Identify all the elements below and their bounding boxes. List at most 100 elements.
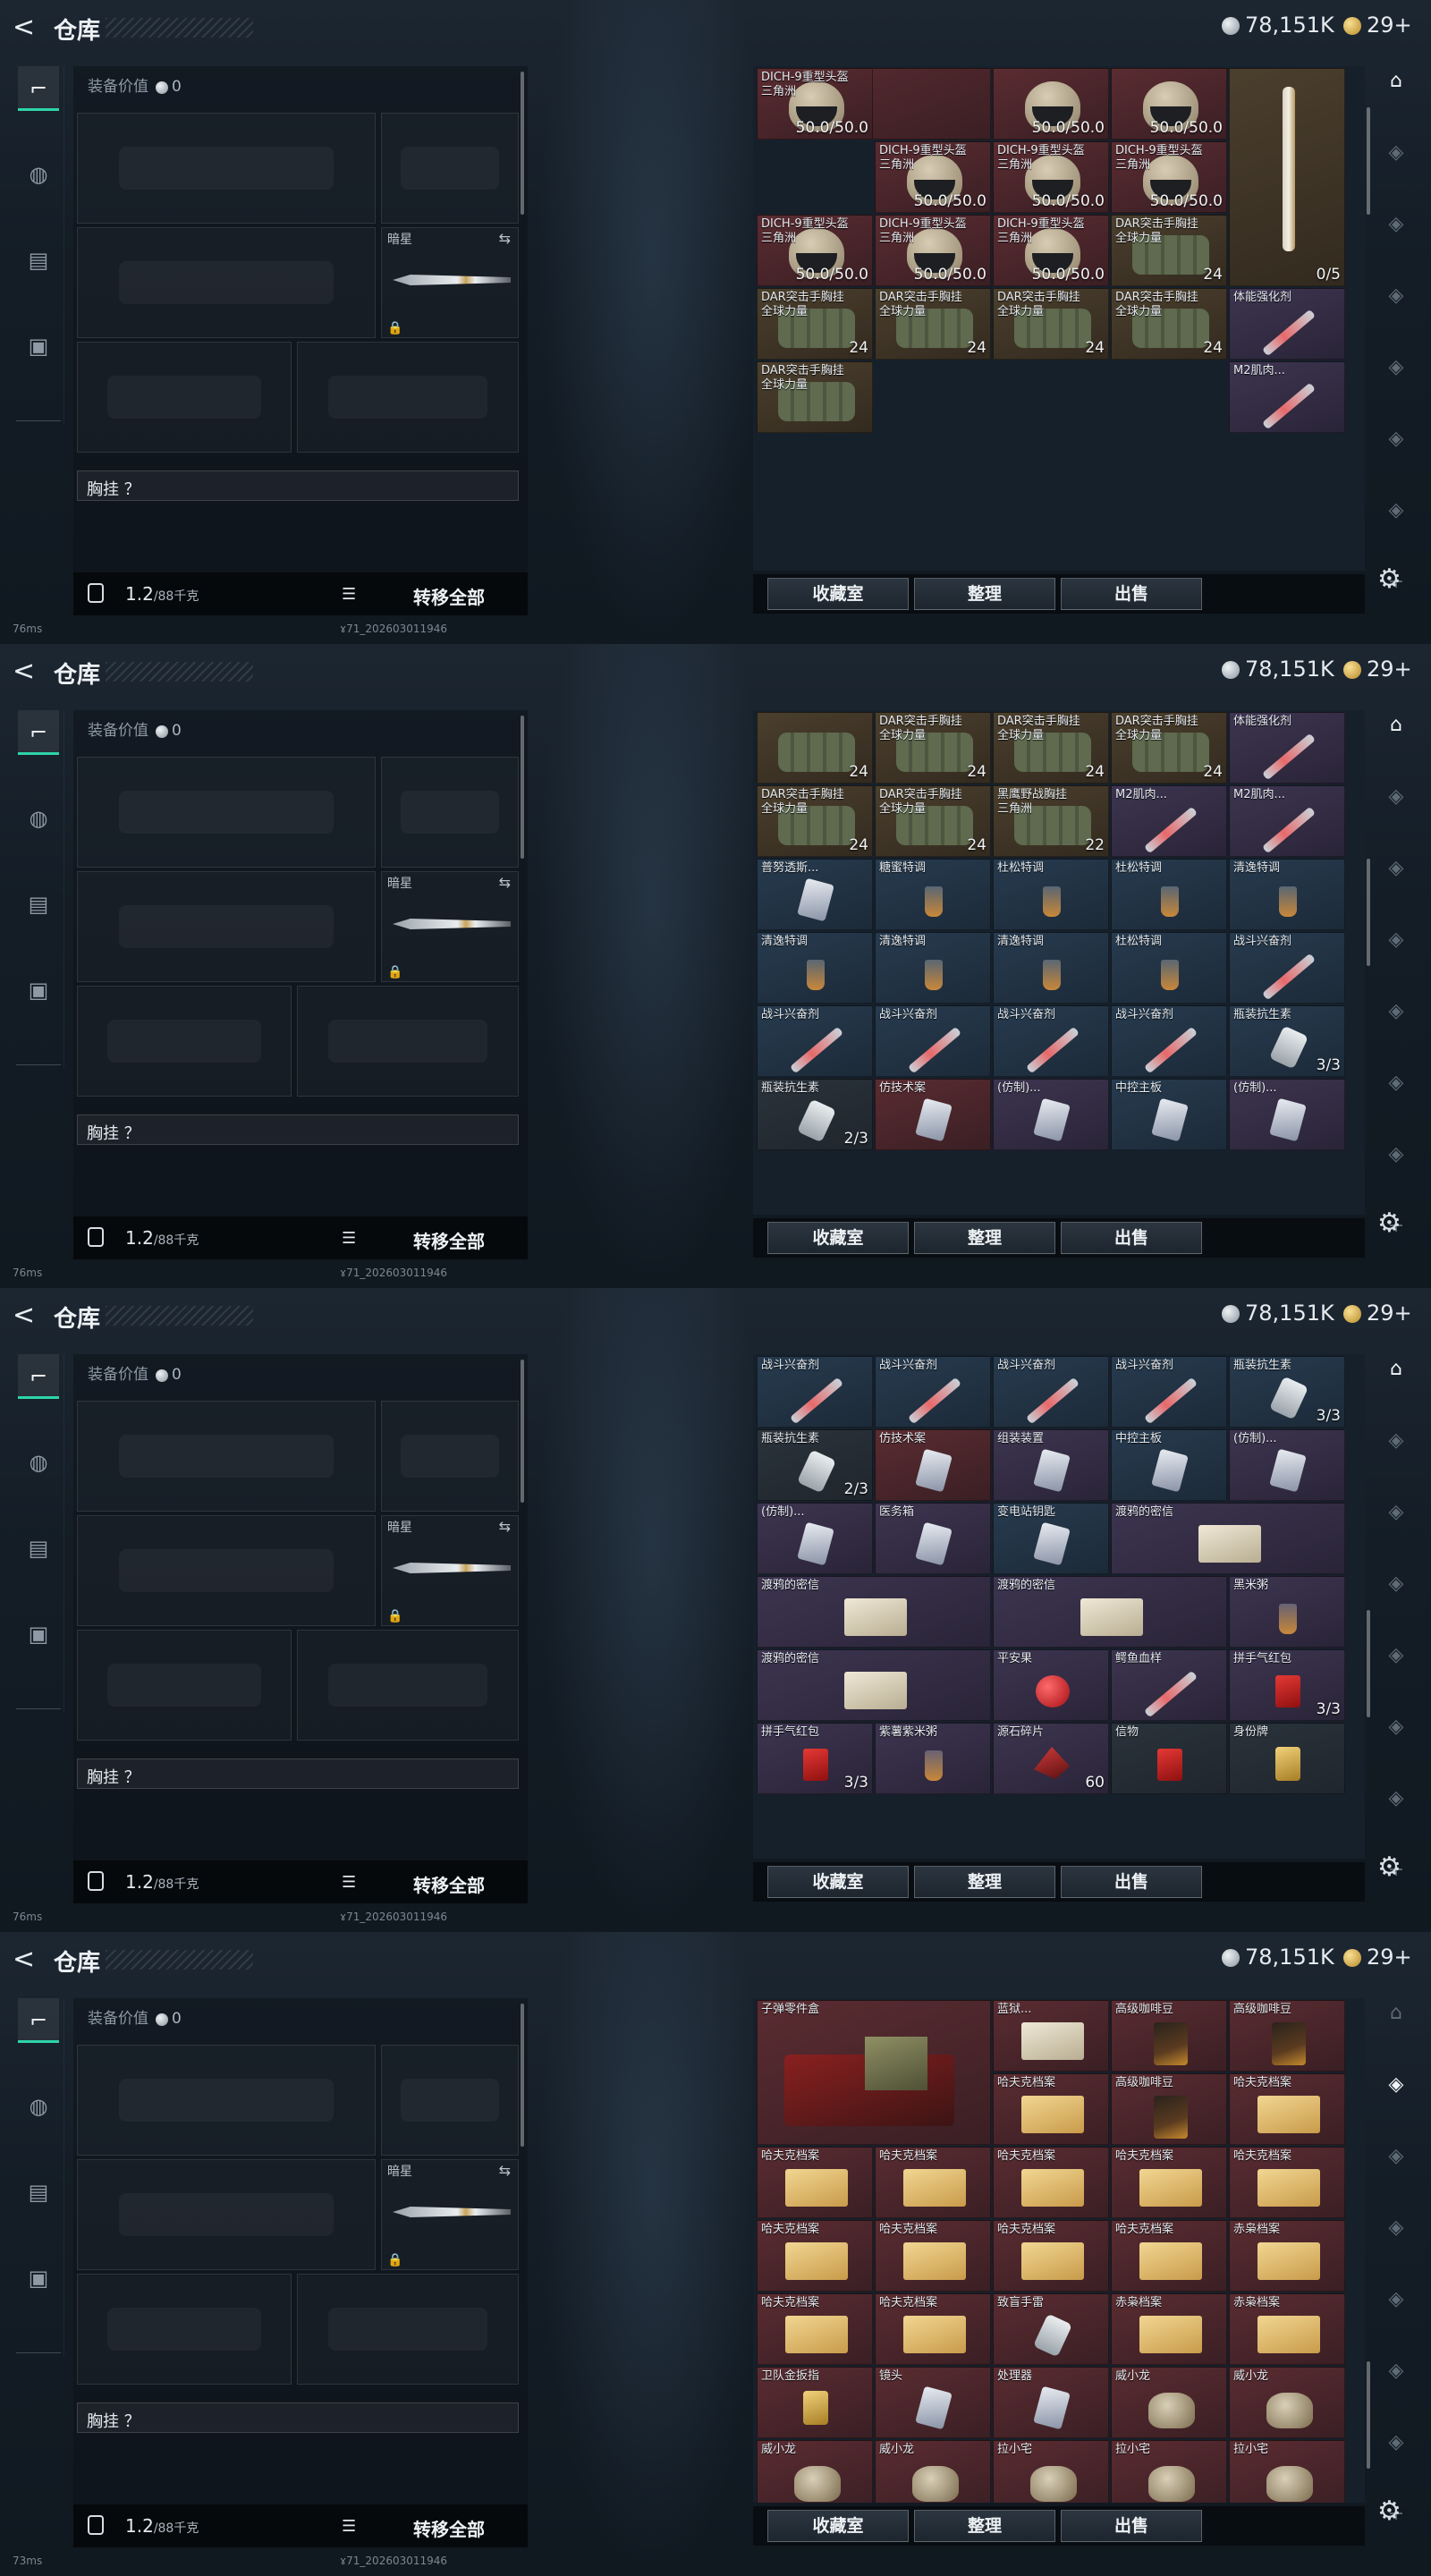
item-cell[interactable]: DICH-9重型头盔 三角洲 50.0/50.0 <box>1111 141 1227 213</box>
sidebar-tab-vest[interactable]: ▤ <box>18 1526 59 1571</box>
storage-tab-icon[interactable]: ◈ <box>1381 1068 1411 1098</box>
item-cell[interactable]: 哈夫克档案 <box>875 2220 991 2292</box>
item-cell[interactable]: 哈夫克档案 <box>993 2147 1109 2218</box>
item-cell[interactable]: 瓶装抗生素 3/3 <box>1229 1356 1345 1428</box>
item-cell[interactable]: 战斗兴奋剂 <box>1229 932 1345 1004</box>
chest-rig-slot[interactable]: 胸挂 ？ <box>77 1758 519 1789</box>
item-cell[interactable]: 拼手气红包 3/3 <box>1229 1649 1345 1721</box>
item-cell[interactable]: DAR突击手胸挂 全球力量 24 <box>875 712 991 784</box>
storage-tab-icon[interactable]: ◈ <box>1381 209 1411 240</box>
silver-currency[interactable]: 78,151K <box>1222 13 1334 38</box>
chest-rig-slot[interactable]: 胸挂 ？ <box>77 1114 519 1145</box>
item-cell[interactable]: 战斗兴奋剂 <box>757 1005 873 1077</box>
item-cell[interactable]: 50.0/50.0 <box>1111 68 1227 140</box>
item-cell[interactable]: 威小龙 <box>875 2440 991 2503</box>
item-cell[interactable]: 战斗兴奋剂 <box>993 1356 1109 1428</box>
helmet-slot[interactable] <box>77 1630 292 1741</box>
storage-tab-icon[interactable]: ◈ <box>1381 424 1411 454</box>
item-cell[interactable]: 子弹零件盒 <box>757 2000 991 2145</box>
melee-slot[interactable]: 暗星 ⇆ 🔒 <box>381 2159 519 2270</box>
item-cell[interactable]: 哈夫克档案 <box>993 2073 1109 2145</box>
item-cell[interactable]: 拼手气红包 3/3 <box>757 1723 873 1794</box>
item-cell[interactable]: 杜松特调 <box>1111 859 1227 930</box>
equipment-scrollbar[interactable] <box>521 716 524 859</box>
item-cell[interactable]: 组装装置 <box>993 1429 1109 1501</box>
item-cell[interactable]: 中控主板 <box>1111 1079 1227 1150</box>
storage-tab-icon[interactable]: ⌂ <box>1381 66 1411 97</box>
pistol-slot[interactable] <box>381 2045 519 2156</box>
equipment-scrollbar[interactable] <box>521 72 524 215</box>
melee-slot[interactable]: 暗星 ⇆ 🔒 <box>381 871 519 982</box>
item-cell[interactable]: 源石碎片 60 <box>993 1723 1109 1794</box>
melee-slot[interactable]: 暗星 ⇆ 🔒 <box>381 227 519 338</box>
item-cell[interactable]: 渡鸦的密信 <box>757 1649 991 1721</box>
item-cell[interactable]: 威小龙 <box>1111 2367 1227 2438</box>
item-cell[interactable]: DAR突击手胸挂 全球力量 24 <box>757 785 873 857</box>
item-cell[interactable]: 紫薯紫米粥 <box>875 1723 991 1794</box>
storage-tab-icon[interactable]: ◈ <box>1381 1426 1411 1456</box>
storage-tab-icon[interactable]: ◈ <box>1381 2356 1411 2386</box>
pistol-slot[interactable] <box>381 1401 519 1512</box>
silver-currency[interactable]: 78,151K <box>1222 1945 1334 1970</box>
item-cell[interactable]: DAR突击手胸挂 全球力量 24 <box>1111 712 1227 784</box>
chest-rig-slot[interactable]: 胸挂 ？ <box>77 470 519 501</box>
item-cell[interactable]: 瓶装抗生素 2/3 <box>757 1079 873 1150</box>
item-cell[interactable]: 战斗兴奋剂 <box>993 1005 1109 1077</box>
item-cell[interactable]: DICH-9重型头盔 三角洲 50.0/50.0 <box>875 215 991 286</box>
item-cell[interactable]: 黑鹰野战胸挂 三角洲 22 <box>993 785 1109 857</box>
primary-weapon-slot[interactable] <box>77 1401 376 1512</box>
item-cell[interactable]: 信物 <box>1111 1723 1227 1794</box>
item-cell[interactable]: 中控主板 <box>1111 1429 1227 1501</box>
sidebar-tab-helmet[interactable]: ◍ <box>18 152 59 197</box>
item-cell[interactable]: 糖蜜特调 <box>875 859 991 930</box>
item-cell[interactable]: 渡鸦的密信 <box>1111 1503 1345 1574</box>
sell-button[interactable]: 出售 <box>1061 2510 1202 2542</box>
helmet-slot[interactable] <box>77 2274 292 2385</box>
item-cell[interactable]: 普努透斯... <box>757 859 873 930</box>
item-cell[interactable]: (仿制)... <box>757 1503 873 1574</box>
item-cell[interactable]: 体能强化剂 <box>1229 712 1345 784</box>
storage-tab-icon[interactable]: ◈ <box>1381 1569 1411 1599</box>
item-cell[interactable]: 高级咖啡豆 <box>1229 2000 1345 2072</box>
sidebar-tab-helmet[interactable]: ◍ <box>18 796 59 841</box>
item-cell[interactable]: 杜松特调 <box>1111 932 1227 1004</box>
item-cell[interactable]: 镜头 <box>875 2367 991 2438</box>
primary-weapon-slot[interactable] <box>77 113 376 224</box>
sidebar-tab-vest[interactable]: ▤ <box>18 2170 59 2215</box>
item-cell[interactable]: 0/5 <box>1229 68 1345 286</box>
gold-currency[interactable]: 29+ <box>1343 13 1412 38</box>
secondary-weapon-slot[interactable] <box>77 227 376 338</box>
item-cell[interactable]: 战斗兴奋剂 <box>1111 1356 1227 1428</box>
item-cell[interactable]: DICH-9重型头盔 三角洲 50.0/50.0 <box>875 141 991 213</box>
sidebar-tab-vest[interactable]: ▤ <box>18 238 59 283</box>
swap-icon[interactable]: ⇆ <box>499 1518 511 1535</box>
primary-weapon-slot[interactable] <box>77 757 376 868</box>
back-button[interactable]: < <box>13 13 39 43</box>
secondary-weapon-slot[interactable] <box>77 871 376 982</box>
sidebar-tab-helmet[interactable]: ◍ <box>18 1440 59 1485</box>
item-cell[interactable]: 24 <box>757 712 873 784</box>
settings-gear-icon[interactable]: ⚙ <box>1377 2496 1401 2527</box>
storage-tab-icon[interactable]: ◈ <box>1381 1140 1411 1170</box>
item-cell[interactable]: 哈夫克档案 <box>1229 2147 1345 2218</box>
item-cell[interactable]: 拉小宅 <box>1229 2440 1345 2503</box>
sell-button[interactable]: 出售 <box>1061 1222 1202 1254</box>
helmet-slot[interactable] <box>77 986 292 1097</box>
item-cell[interactable]: 身份牌 <box>1229 1723 1345 1794</box>
silver-currency[interactable]: 78,151K <box>1222 1301 1334 1326</box>
item-cell[interactable]: 渡鸦的密信 <box>993 1576 1227 1648</box>
back-button[interactable]: < <box>13 1945 39 1975</box>
pistol-slot[interactable] <box>381 113 519 224</box>
swap-icon[interactable]: ⇆ <box>499 230 511 247</box>
back-button[interactable]: < <box>13 1301 39 1331</box>
sort-button[interactable]: 整理 <box>914 1222 1055 1254</box>
item-cell[interactable]: 战斗兴奋剂 <box>757 1356 873 1428</box>
secondary-weapon-slot[interactable] <box>77 1515 376 1626</box>
warehouse-scrollbar[interactable] <box>1367 2361 1370 2469</box>
collection-room-button[interactable]: 收藏室 <box>767 2510 909 2542</box>
item-cell[interactable]: DAR突击手胸挂 全球力量 24 <box>1111 288 1227 360</box>
item-cell[interactable]: DICH-9重型头盔 三角洲 50.0/50.0 <box>757 68 873 140</box>
item-cell[interactable]: 拉小宅 <box>993 2440 1109 2503</box>
settings-gear-icon[interactable]: ⚙ <box>1377 1208 1401 1239</box>
storage-tab-icon[interactable]: ◈ <box>1381 1640 1411 1671</box>
